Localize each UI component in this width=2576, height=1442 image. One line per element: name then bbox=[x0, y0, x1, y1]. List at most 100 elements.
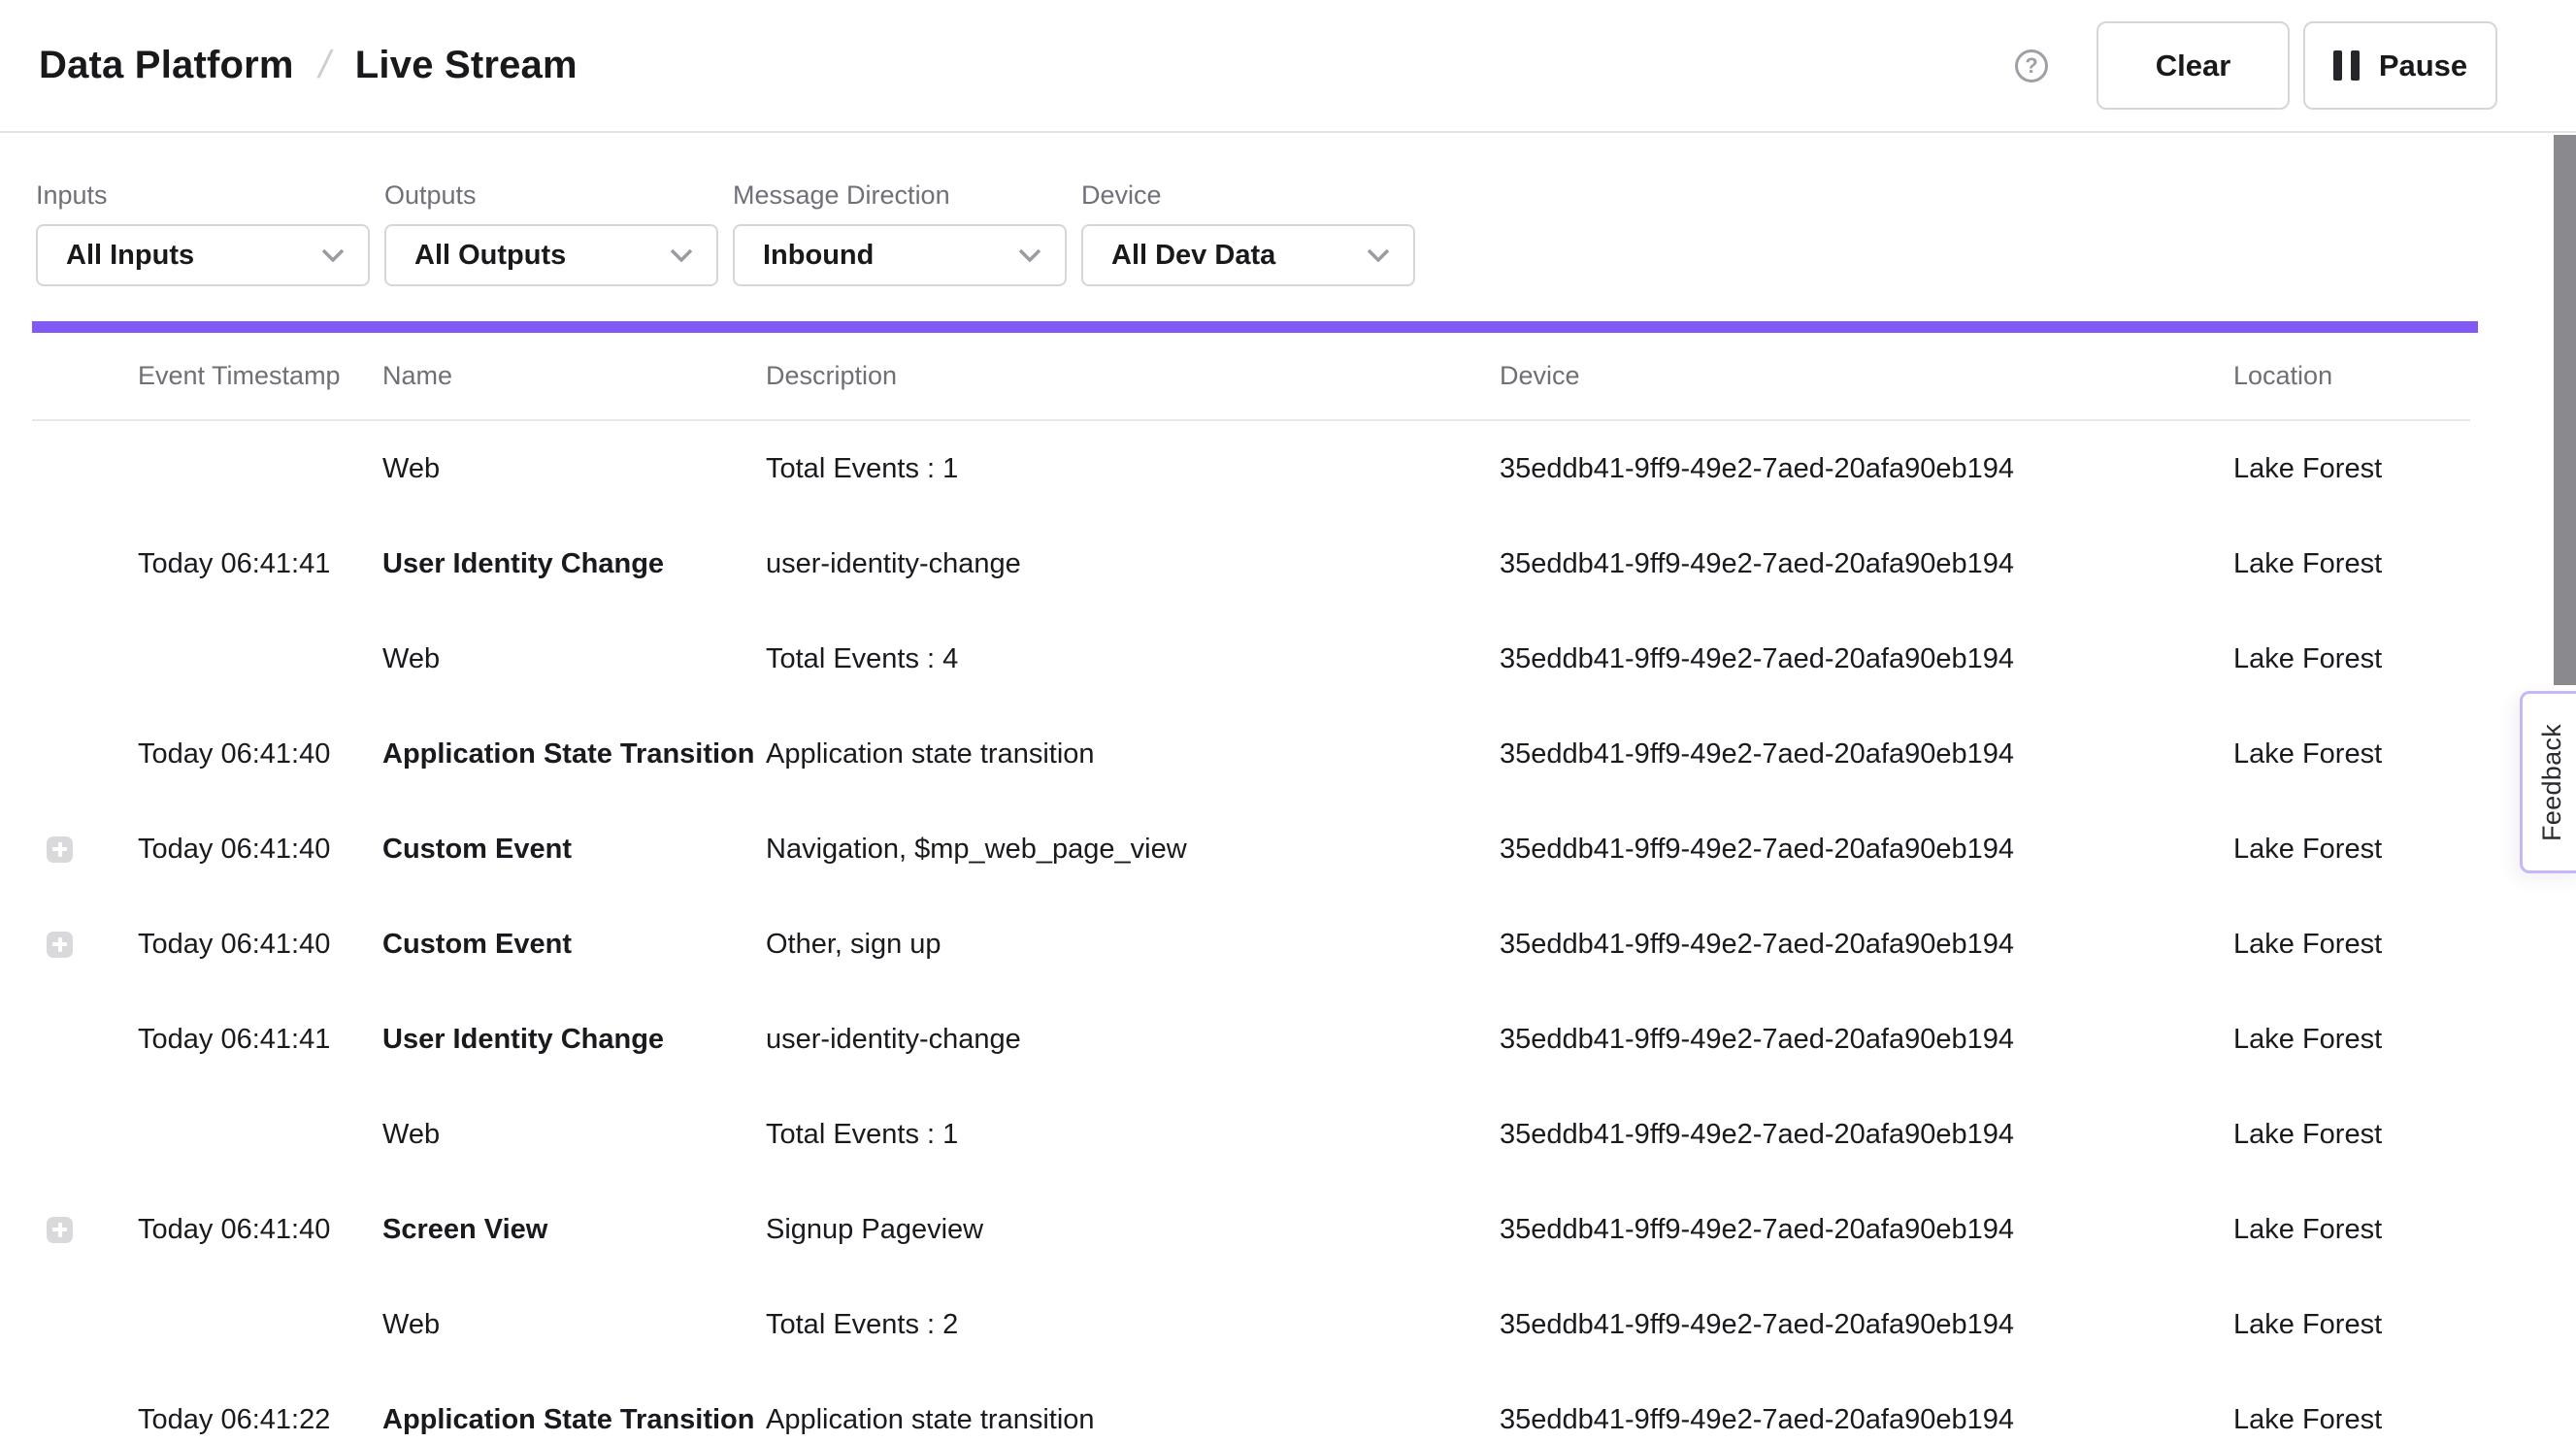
breadcrumb-separator-icon: / bbox=[314, 44, 335, 87]
event-location-cell: Lake Forest bbox=[2233, 453, 2470, 485]
event-name-cell: User Identity Change bbox=[382, 548, 766, 580]
event-description-cell: Total Events : 4 bbox=[766, 643, 1500, 675]
event-location-cell: Lake Forest bbox=[2233, 548, 2470, 580]
event-description-cell: Other, sign up bbox=[766, 929, 1500, 961]
event-timestamp-cell: Today 06:41:41 bbox=[138, 1024, 382, 1056]
expand-plus-icon[interactable] bbox=[47, 932, 73, 958]
message-direction-select[interactable]: Inbound bbox=[733, 224, 1067, 286]
table-row[interactable]: Today 06:41:40 Screen View Signup Pagevi… bbox=[32, 1182, 2470, 1277]
chevron-down-icon bbox=[1018, 248, 1041, 262]
event-description-cell: Total Events : 1 bbox=[766, 1119, 1500, 1151]
event-device-cell: 35eddb41-9ff9-49e2-7aed-20afa90eb194 bbox=[1500, 643, 2233, 675]
table-row[interactable]: Web Total Events : 2 35eddb41-9ff9-49e2-… bbox=[32, 1277, 2470, 1372]
event-location-cell: Lake Forest bbox=[2233, 1404, 2470, 1436]
inputs-select[interactable]: All Inputs bbox=[36, 224, 370, 286]
event-name-cell: Web bbox=[382, 1119, 766, 1151]
table-row[interactable]: Today 06:41:40 Custom Event Navigation, … bbox=[32, 802, 2470, 897]
event-device-cell: 35eddb41-9ff9-49e2-7aed-20afa90eb194 bbox=[1500, 738, 2233, 770]
column-header-description: Description bbox=[766, 361, 1500, 391]
topbar-actions: ? Clear Pause bbox=[2015, 21, 2497, 110]
event-description-cell: Total Events : 2 bbox=[766, 1309, 1500, 1341]
event-timestamp-cell: Today 06:41:40 bbox=[138, 738, 382, 770]
table-row[interactable]: Today 06:41:41 User Identity Change user… bbox=[32, 516, 2470, 611]
event-description-cell: Application state transition bbox=[766, 1404, 1500, 1436]
event-name-cell: Screen View bbox=[382, 1214, 766, 1246]
expand-plus-icon[interactable] bbox=[47, 1217, 73, 1243]
event-device-cell: 35eddb41-9ff9-49e2-7aed-20afa90eb194 bbox=[1500, 1024, 2233, 1056]
pause-button[interactable]: Pause bbox=[2303, 21, 2497, 110]
event-name-cell: Web bbox=[382, 1309, 766, 1341]
event-description-cell: user-identity-change bbox=[766, 548, 1500, 580]
chevron-down-icon bbox=[1367, 248, 1390, 262]
stream-accent-bar bbox=[32, 321, 2478, 333]
filter-outputs-label: Outputs bbox=[384, 180, 718, 211]
feedback-tab-label: Feedback bbox=[2537, 724, 2567, 841]
event-location-cell: Lake Forest bbox=[2233, 929, 2470, 961]
event-timestamp-cell: Today 06:41:40 bbox=[138, 834, 382, 866]
table-row[interactable]: Web Total Events : 4 35eddb41-9ff9-49e2-… bbox=[32, 611, 2470, 706]
table-header-row: Event Timestamp Name Description Device … bbox=[32, 333, 2470, 421]
event-location-cell: Lake Forest bbox=[2233, 834, 2470, 866]
events-table: Event Timestamp Name Description Device … bbox=[32, 333, 2470, 1442]
filter-device: Device All Dev Data bbox=[1081, 180, 1415, 286]
filter-inputs: Inputs All Inputs bbox=[36, 180, 370, 286]
topbar: Data Platform / Live Stream ? Clear Paus… bbox=[0, 0, 2576, 133]
breadcrumb-root[interactable]: Data Platform bbox=[39, 44, 294, 87]
expand-plus-icon[interactable] bbox=[47, 836, 73, 863]
event-name-cell: Web bbox=[382, 643, 766, 675]
table-row[interactable]: Today 06:41:40 Custom Event Other, sign … bbox=[32, 897, 2470, 992]
vertical-scrollbar[interactable] bbox=[2554, 135, 2576, 685]
event-location-cell: Lake Forest bbox=[2233, 738, 2470, 770]
live-stream-page: Data Platform / Live Stream ? Clear Paus… bbox=[0, 0, 2576, 1442]
event-description-cell: user-identity-change bbox=[766, 1024, 1500, 1056]
column-header-event-timestamp: Event Timestamp bbox=[138, 361, 382, 391]
clear-button[interactable]: Clear bbox=[2097, 21, 2290, 110]
event-device-cell: 35eddb41-9ff9-49e2-7aed-20afa90eb194 bbox=[1500, 1214, 2233, 1246]
outputs-select[interactable]: All Outputs bbox=[384, 224, 718, 286]
filter-message-direction-label: Message Direction bbox=[733, 180, 1067, 211]
event-device-cell: 35eddb41-9ff9-49e2-7aed-20afa90eb194 bbox=[1500, 1404, 2233, 1436]
table-row[interactable]: Today 06:41:41 User Identity Change user… bbox=[32, 992, 2470, 1087]
event-timestamp-cell: Today 06:41:41 bbox=[138, 548, 382, 580]
event-description-cell: Signup Pageview bbox=[766, 1214, 1500, 1246]
chevron-down-icon bbox=[321, 248, 345, 262]
table-body: Web Total Events : 1 35eddb41-9ff9-49e2-… bbox=[32, 421, 2470, 1442]
breadcrumb: Data Platform / Live Stream bbox=[39, 44, 578, 87]
filter-message-direction: Message Direction Inbound bbox=[733, 180, 1067, 286]
event-device-cell: 35eddb41-9ff9-49e2-7aed-20afa90eb194 bbox=[1500, 834, 2233, 866]
event-device-cell: 35eddb41-9ff9-49e2-7aed-20afa90eb194 bbox=[1500, 1119, 2233, 1151]
question-mark-glyph: ? bbox=[2025, 55, 2037, 77]
table-row[interactable]: Web Total Events : 1 35eddb41-9ff9-49e2-… bbox=[32, 1087, 2470, 1182]
table-row[interactable]: Web Total Events : 1 35eddb41-9ff9-49e2-… bbox=[32, 421, 2470, 516]
event-name-cell: Custom Event bbox=[382, 929, 766, 961]
event-description-cell: Navigation, $mp_web_page_view bbox=[766, 834, 1500, 866]
event-description-cell: Application state transition bbox=[766, 738, 1500, 770]
breadcrumb-current: Live Stream bbox=[355, 44, 578, 87]
table-row[interactable]: Today 06:41:22 Application State Transit… bbox=[32, 1372, 2470, 1442]
event-device-cell: 35eddb41-9ff9-49e2-7aed-20afa90eb194 bbox=[1500, 929, 2233, 961]
filter-inputs-label: Inputs bbox=[36, 180, 370, 211]
event-name-cell: Application State Transition bbox=[382, 1404, 766, 1436]
help-icon[interactable]: ? bbox=[2015, 49, 2048, 82]
event-device-cell: 35eddb41-9ff9-49e2-7aed-20afa90eb194 bbox=[1500, 453, 2233, 485]
column-header-device: Device bbox=[1500, 361, 2233, 391]
event-timestamp-cell: Today 06:41:40 bbox=[138, 929, 382, 961]
event-timestamp-cell: Today 06:41:22 bbox=[138, 1404, 382, 1436]
feedback-tab[interactable]: Feedback bbox=[2520, 691, 2576, 873]
filter-outputs: Outputs All Outputs bbox=[384, 180, 718, 286]
pause-label: Pause bbox=[2379, 49, 2467, 83]
event-location-cell: Lake Forest bbox=[2233, 1024, 2470, 1056]
event-timestamp-cell: Today 06:41:40 bbox=[138, 1214, 382, 1246]
event-location-cell: Lake Forest bbox=[2233, 1119, 2470, 1151]
inputs-select-value: All Inputs bbox=[66, 240, 194, 272]
table-row[interactable]: Today 06:41:40 Application State Transit… bbox=[32, 706, 2470, 802]
event-name-cell: Application State Transition bbox=[382, 738, 766, 770]
message-direction-select-value: Inbound bbox=[763, 240, 874, 272]
event-name-cell: Custom Event bbox=[382, 834, 766, 866]
outputs-select-value: All Outputs bbox=[414, 240, 566, 272]
event-location-cell: Lake Forest bbox=[2233, 643, 2470, 675]
event-name-cell: User Identity Change bbox=[382, 1024, 766, 1056]
column-header-location: Location bbox=[2233, 361, 2470, 391]
event-device-cell: 35eddb41-9ff9-49e2-7aed-20afa90eb194 bbox=[1500, 548, 2233, 580]
device-select[interactable]: All Dev Data bbox=[1081, 224, 1415, 286]
